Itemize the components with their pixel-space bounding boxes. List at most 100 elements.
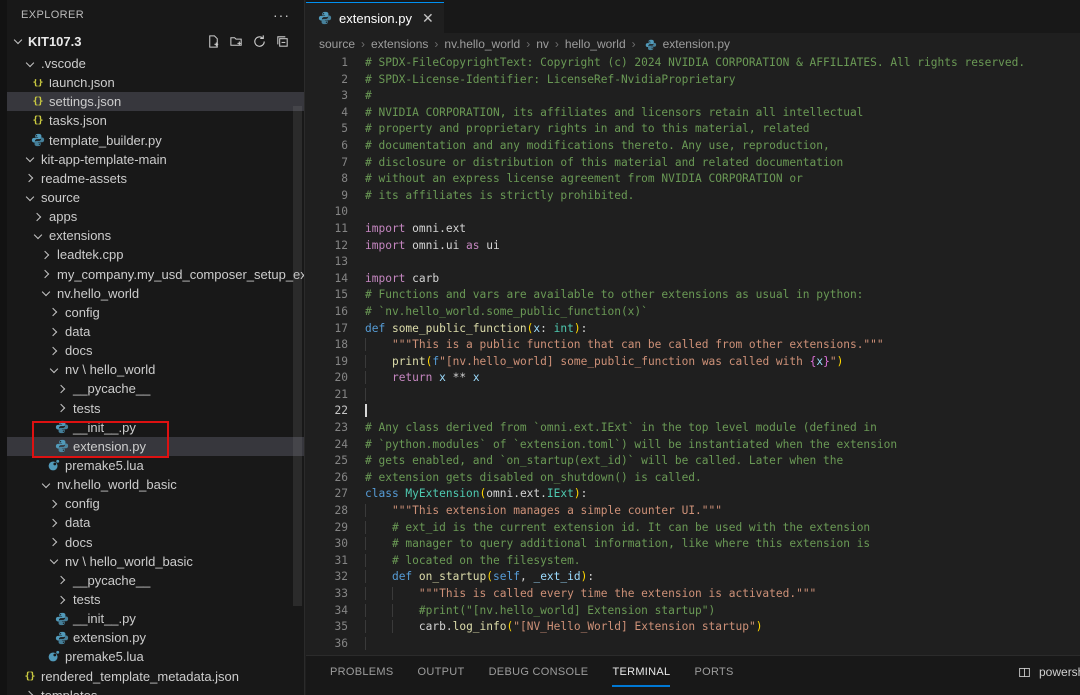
sidebar-scrollbar[interactable] bbox=[293, 106, 302, 606]
tree-item-nv-hello-world[interactable]: nv.hello_world bbox=[7, 284, 304, 303]
collapse-all-icon[interactable] bbox=[274, 33, 290, 49]
new-file-icon[interactable] bbox=[205, 33, 221, 49]
tree-item-source[interactable]: source bbox=[7, 188, 304, 207]
tree-item-pycache[interactable]: __pycache__ bbox=[7, 571, 304, 590]
code-line-25[interactable]: 25# gets enabled, and `on_startup(ext_id… bbox=[306, 453, 1080, 470]
line-number: 3 bbox=[306, 88, 352, 105]
panel-right[interactable]: powershell bbox=[1016, 656, 1080, 688]
code-line-33[interactable]: 33 """This is called every time the exte… bbox=[306, 586, 1080, 603]
tree-item-tests[interactable]: tests bbox=[7, 399, 304, 418]
panel-tab-problems[interactable]: PROBLEMS bbox=[330, 656, 394, 688]
tree-item-docs[interactable]: docs bbox=[7, 341, 304, 360]
tree-item-tasks-json[interactable]: {}tasks.json bbox=[7, 111, 304, 130]
tree-item-kit-app-template-main[interactable]: kit-app-template-main bbox=[7, 150, 304, 169]
new-folder-icon[interactable] bbox=[228, 33, 244, 49]
tree-item-nv-hello-world-basic[interactable]: nv.hello_world_basic bbox=[7, 475, 304, 494]
tree-item-init-py[interactable]: __init__.py bbox=[7, 418, 304, 437]
code-line-16[interactable]: 16# `nv.hello_world.some_public_function… bbox=[306, 304, 1080, 321]
tree-item-label: __pycache__ bbox=[73, 381, 150, 396]
refresh-icon[interactable] bbox=[251, 33, 267, 49]
tree-item-template-builder-py[interactable]: template_builder.py bbox=[7, 131, 304, 150]
tree-item-rendered-template-metadata-json[interactable]: {}rendered_template_metadata.json bbox=[7, 667, 304, 686]
tree-item-readme-assets[interactable]: readme-assets bbox=[7, 169, 304, 188]
code-line-23[interactable]: 23# Any class derived from `omni.ext.IEx… bbox=[306, 420, 1080, 437]
line-number: 5 bbox=[306, 121, 352, 138]
code-line-31[interactable]: 31 # located on the filesystem. bbox=[306, 553, 1080, 570]
breadcrumb-item-nv-hello-world[interactable]: nv.hello_world bbox=[444, 37, 520, 51]
tree-item-nv-hello-world-basic[interactable]: nv \ hello_world_basic bbox=[7, 552, 304, 571]
code-line-18[interactable]: 18 """This is a public function that can… bbox=[306, 337, 1080, 354]
code-line-6[interactable]: 6# documentation and any modifications t… bbox=[306, 138, 1080, 155]
tree-item-tests[interactable]: tests bbox=[7, 590, 304, 609]
chevron-right-icon bbox=[53, 380, 70, 397]
panel-tab-terminal[interactable]: TERMINAL bbox=[612, 656, 670, 688]
tree-item-data[interactable]: data bbox=[7, 513, 304, 532]
breadcrumb-item-extension-py[interactable]: extension.py bbox=[642, 36, 730, 53]
code-area[interactable]: 1# SPDX-FileCopyrightText: Copyright (c)… bbox=[306, 55, 1080, 655]
code-line-22[interactable]: 22 bbox=[306, 403, 1080, 420]
tree-item-my-company-my-usd-composer-setup-extension[interactable]: my_company.my_usd_composer_setup_extensi… bbox=[7, 265, 304, 284]
code-line-19[interactable]: 19 print(f"[nv.hello_world] some_public_… bbox=[306, 354, 1080, 371]
code-line-20[interactable]: 20 return x ** x bbox=[306, 370, 1080, 387]
line-number: 27 bbox=[306, 486, 352, 503]
chevron-right-icon bbox=[37, 266, 54, 283]
code-line-24[interactable]: 24# `python.modules` of `extension.toml`… bbox=[306, 437, 1080, 454]
tree-item-premake5-lua[interactable]: premake5.lua bbox=[7, 456, 304, 475]
tree-item-extensions[interactable]: extensions bbox=[7, 226, 304, 245]
tree-item-config[interactable]: config bbox=[7, 303, 304, 322]
code-line-28[interactable]: 28 """This extension manages a simple co… bbox=[306, 503, 1080, 520]
panel-tab-debug-console[interactable]: DEBUG CONSOLE bbox=[489, 656, 589, 688]
code-line-29[interactable]: 29 # ext_id is the current extension id.… bbox=[306, 520, 1080, 537]
tree-item-label: data bbox=[65, 324, 90, 339]
code-line-11[interactable]: 11import omni.ext bbox=[306, 221, 1080, 238]
breadcrumb-item-extensions[interactable]: extensions bbox=[371, 37, 428, 51]
code-line-4[interactable]: 4# NVIDIA CORPORATION, its affiliates an… bbox=[306, 105, 1080, 122]
code-line-17[interactable]: 17def some_public_function(x: int): bbox=[306, 321, 1080, 338]
tree-item-apps[interactable]: apps bbox=[7, 207, 304, 226]
breadcrumb-item-nv[interactable]: nv bbox=[536, 37, 549, 51]
code-line-13[interactable]: 13 bbox=[306, 254, 1080, 271]
code-line-30[interactable]: 30 # manager to query additional informa… bbox=[306, 536, 1080, 553]
code-line-2[interactable]: 2# SPDX-License-Identifier: LicenseRef-N… bbox=[306, 72, 1080, 89]
workspace-root-row[interactable]: KIT107.3 bbox=[7, 30, 304, 52]
code-line-10[interactable]: 10 bbox=[306, 204, 1080, 221]
code-line-36[interactable]: 36 bbox=[306, 636, 1080, 653]
tree-item-premake5-lua[interactable]: premake5.lua bbox=[7, 647, 304, 666]
tree-item-nv-hello-world[interactable]: nv \ hello_world bbox=[7, 360, 304, 379]
tree-item-vscode[interactable]: .vscode bbox=[7, 54, 304, 73]
code-line-12[interactable]: 12import omni.ui as ui bbox=[306, 238, 1080, 255]
tree-item-leadtek-cpp[interactable]: leadtek.cpp bbox=[7, 245, 304, 264]
breadcrumb-item-hello-world[interactable]: hello_world bbox=[565, 37, 626, 51]
tree-item-extension-py[interactable]: extension.py bbox=[7, 437, 304, 456]
panel-tab-output[interactable]: OUTPUT bbox=[418, 656, 465, 688]
code-line-3[interactable]: 3# bbox=[306, 88, 1080, 105]
code-line-35[interactable]: 35 carb.log_info("[NV_Hello_World] Exten… bbox=[306, 619, 1080, 636]
code-line-8[interactable]: 8# without an express license agreement … bbox=[306, 171, 1080, 188]
close-icon[interactable]: ✕ bbox=[422, 11, 434, 25]
tree-item-docs[interactable]: docs bbox=[7, 533, 304, 552]
breadcrumb-item-source[interactable]: source bbox=[319, 37, 355, 51]
more-actions-icon[interactable]: ··· bbox=[273, 7, 290, 23]
code-line-1[interactable]: 1# SPDX-FileCopyrightText: Copyright (c)… bbox=[306, 55, 1080, 72]
code-line-21[interactable]: 21 bbox=[306, 387, 1080, 404]
code-line-34[interactable]: 34 #print("[nv.hello_world] Extension st… bbox=[306, 603, 1080, 620]
tree-item-pycache[interactable]: __pycache__ bbox=[7, 379, 304, 398]
code-line-27[interactable]: 27class MyExtension(omni.ext.IExt): bbox=[306, 486, 1080, 503]
code-line-5[interactable]: 5# property and proprietary rights in an… bbox=[306, 121, 1080, 138]
code-line-26[interactable]: 26# extension gets disabled on_shutdown(… bbox=[306, 470, 1080, 487]
tree-item-init-py[interactable]: __init__.py bbox=[7, 609, 304, 628]
panel-tab-ports[interactable]: PORTS bbox=[694, 656, 733, 688]
code-line-32[interactable]: 32 def on_startup(self, _ext_id): bbox=[306, 569, 1080, 586]
code-line-15[interactable]: 15# Functions and vars are available to … bbox=[306, 287, 1080, 304]
tab-extension-py[interactable]: extension.py ✕ bbox=[306, 2, 444, 33]
code-line-9[interactable]: 9# its affiliates is strictly prohibited… bbox=[306, 188, 1080, 205]
tree-item-settings-json[interactable]: {}settings.json bbox=[7, 92, 304, 111]
tree-item-templates[interactable]: templates bbox=[7, 686, 304, 695]
code-line-7[interactable]: 7# disclosure or distribution of this ma… bbox=[306, 155, 1080, 172]
tree-item-launch-json[interactable]: {}launch.json bbox=[7, 73, 304, 92]
code-line-14[interactable]: 14import carb bbox=[306, 271, 1080, 288]
chevron-down-icon bbox=[21, 55, 38, 72]
tree-item-extension-py[interactable]: extension.py bbox=[7, 628, 304, 647]
tree-item-data[interactable]: data bbox=[7, 322, 304, 341]
tree-item-config[interactable]: config bbox=[7, 494, 304, 513]
